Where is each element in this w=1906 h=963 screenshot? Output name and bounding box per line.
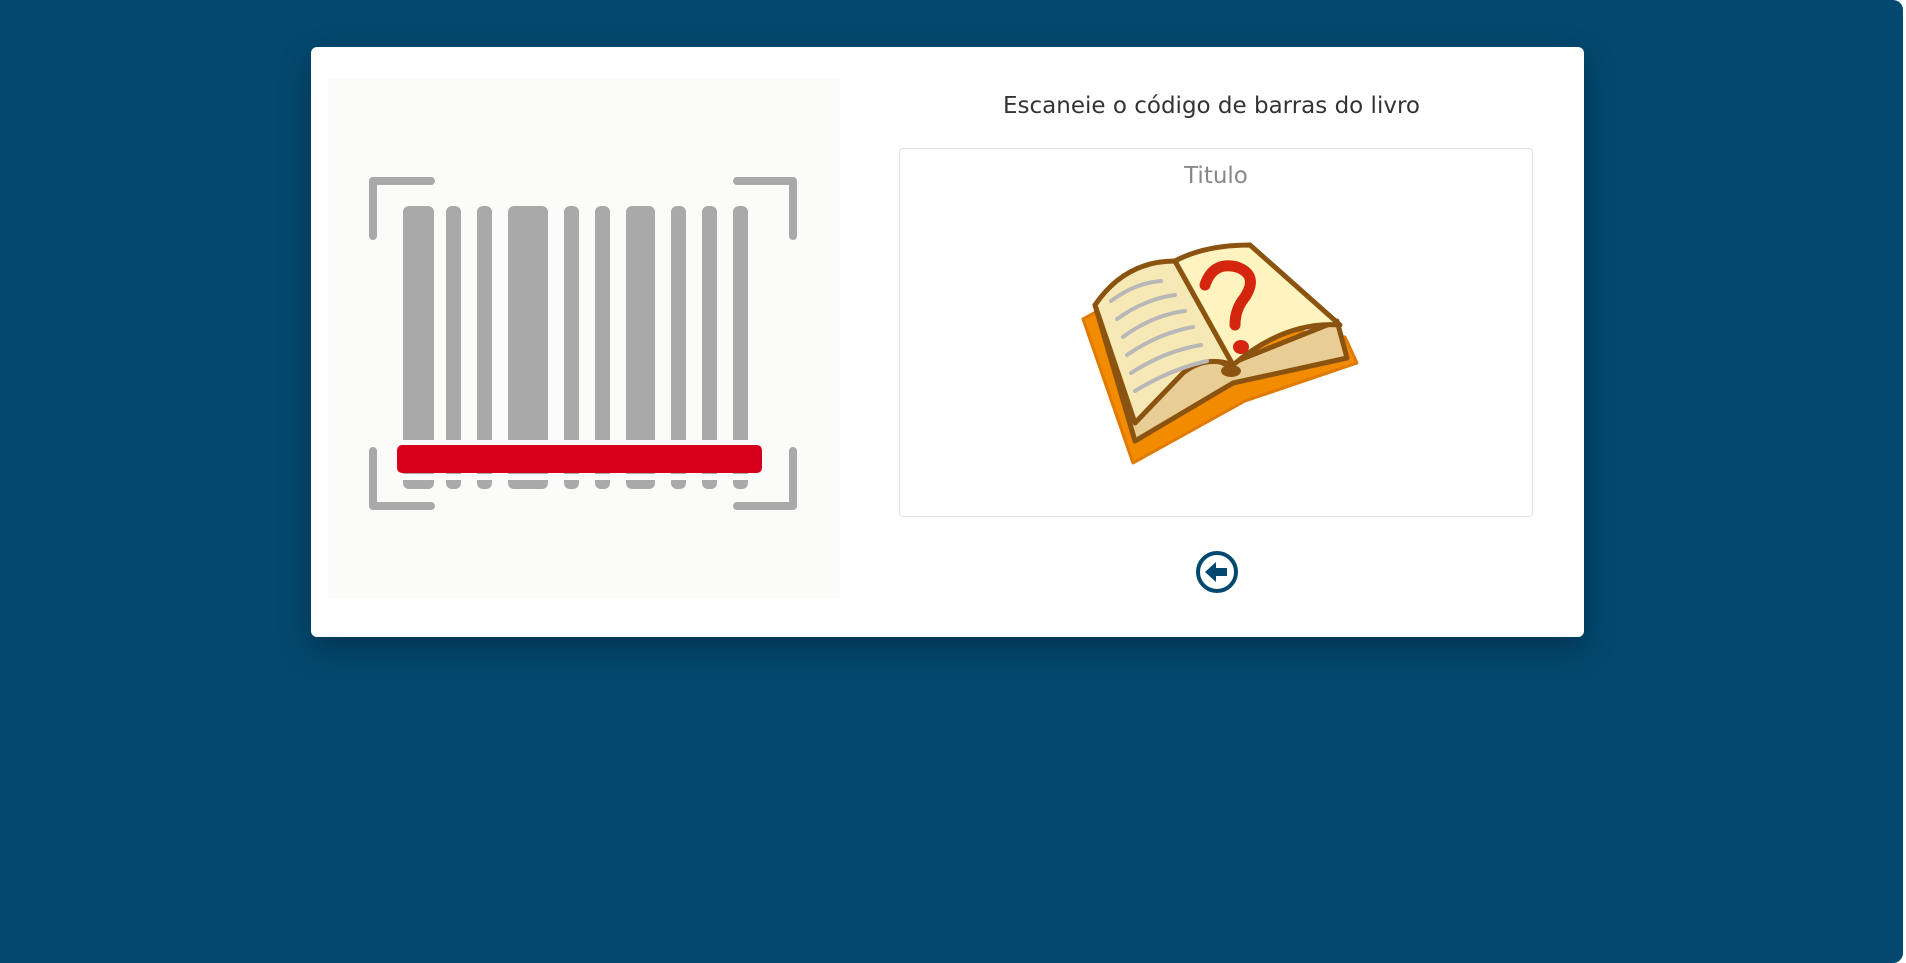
book-info-panel: Titulo bbox=[899, 148, 1533, 517]
scan-instruction: Escaneie o código de barras do livro bbox=[1003, 93, 1420, 119]
open-book-question-icon bbox=[1065, 233, 1365, 473]
scan-book-card: Escaneie o código de barras do livro Tit… bbox=[311, 47, 1584, 637]
book-title: Titulo bbox=[1184, 163, 1248, 189]
arrow-circle-left-icon bbox=[1196, 551, 1238, 593]
back-button[interactable] bbox=[1195, 550, 1239, 594]
barcode-scan-icon bbox=[328, 79, 840, 599]
